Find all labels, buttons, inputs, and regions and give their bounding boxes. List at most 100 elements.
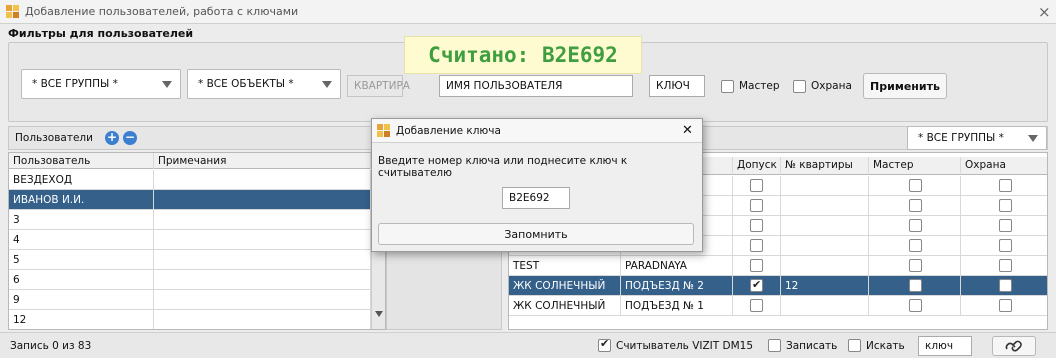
master-cell[interactable] bbox=[869, 236, 961, 256]
apartment-cell[interactable] bbox=[781, 236, 869, 256]
user-name-cell[interactable]: ИВАНОВ И.И. bbox=[9, 190, 154, 210]
access-checkbox[interactable] bbox=[750, 277, 763, 293]
apartment-cell[interactable] bbox=[781, 196, 869, 216]
guard-checkbox[interactable] bbox=[999, 239, 1012, 252]
access-group-combo[interactable]: * ВСЕ ГРУППЫ * bbox=[907, 126, 1047, 150]
user-name-cell[interactable]: ВЕЗДЕХОД bbox=[9, 170, 154, 190]
master-checkbox[interactable] bbox=[909, 199, 922, 212]
object-cell[interactable]: TEST bbox=[509, 256, 621, 276]
user-note-cell[interactable] bbox=[154, 250, 371, 270]
user-note-cell[interactable] bbox=[154, 170, 371, 190]
guard-checkbox[interactable] bbox=[999, 279, 1012, 292]
key-number-input[interactable]: B2E692 bbox=[502, 187, 570, 209]
column-notes[interactable]: Примечания bbox=[154, 153, 371, 169]
group-filter-combo[interactable]: * ВСЕ ГРУППЫ * bbox=[21, 69, 181, 99]
close-window-button[interactable]: × bbox=[1038, 3, 1051, 21]
object-cell[interactable]: ЖК СОЛНЕЧНЫЙ bbox=[509, 276, 621, 296]
add-user-button[interactable]: + bbox=[105, 131, 119, 145]
access-checkbox[interactable] bbox=[750, 299, 763, 312]
apartment-cell[interactable] bbox=[781, 296, 869, 316]
save-key-button[interactable]: Запомнить bbox=[378, 223, 694, 245]
guard-cell[interactable] bbox=[961, 276, 1047, 296]
reader-checkbox[interactable] bbox=[598, 337, 611, 352]
apartment-cell[interactable] bbox=[781, 216, 869, 236]
access-checkbox[interactable] bbox=[750, 239, 763, 252]
user-note-cell[interactable] bbox=[154, 190, 371, 210]
master-cell[interactable] bbox=[869, 256, 961, 276]
remove-user-button[interactable]: − bbox=[123, 131, 137, 145]
master-checkbox[interactable] bbox=[909, 239, 922, 252]
access-checkbox[interactable] bbox=[750, 259, 763, 272]
access-cell[interactable] bbox=[733, 236, 781, 256]
column-guard[interactable]: Охрана bbox=[961, 157, 1047, 173]
user-row[interactable]: 12 bbox=[9, 310, 371, 329]
user-note-cell[interactable] bbox=[154, 290, 371, 310]
user-row[interactable]: 3 bbox=[9, 210, 371, 230]
user-note-cell[interactable] bbox=[154, 210, 371, 230]
user-note-cell[interactable] bbox=[154, 230, 371, 250]
master-checkbox[interactable] bbox=[909, 179, 922, 192]
master-checkbox[interactable] bbox=[909, 279, 922, 292]
master-checkbox[interactable] bbox=[909, 219, 922, 232]
access-checkbox[interactable] bbox=[750, 179, 763, 192]
guard-cell[interactable] bbox=[961, 256, 1047, 276]
guard-cell[interactable] bbox=[961, 176, 1047, 196]
access-row[interactable]: ЖК СОЛНЕЧНЫЙПОДЪЕЗД № 2 12 bbox=[509, 276, 1047, 296]
guard-filter-checkbox[interactable] bbox=[793, 80, 806, 93]
dialog-close-button[interactable]: ✕ bbox=[682, 123, 693, 138]
write-checkbox[interactable] bbox=[768, 339, 781, 352]
column-access[interactable]: Допуск bbox=[733, 157, 781, 173]
apartment-cell[interactable] bbox=[781, 256, 869, 276]
master-cell[interactable] bbox=[869, 216, 961, 236]
guard-checkbox[interactable] bbox=[999, 299, 1012, 312]
user-name-cell[interactable]: 5 bbox=[9, 250, 154, 270]
guard-cell[interactable] bbox=[961, 236, 1047, 256]
guard-checkbox[interactable] bbox=[999, 179, 1012, 192]
access-checkbox[interactable] bbox=[750, 199, 763, 212]
access-checkbox[interactable] bbox=[750, 219, 763, 232]
user-name-cell[interactable]: 4 bbox=[9, 230, 154, 250]
scroll-down-icon[interactable] bbox=[375, 311, 383, 317]
user-name-cell[interactable]: 12 bbox=[9, 310, 154, 329]
master-cell[interactable] bbox=[869, 276, 961, 296]
user-note-cell[interactable] bbox=[154, 270, 371, 290]
access-row[interactable]: TEST PARADNAYA bbox=[509, 256, 1047, 276]
access-cell[interactable] bbox=[733, 176, 781, 196]
object-filter-combo[interactable]: * ВСЕ ОБЪЕКТЫ * bbox=[187, 69, 341, 99]
user-name-cell[interactable]: 3 bbox=[9, 210, 154, 230]
guard-checkbox[interactable] bbox=[999, 199, 1012, 212]
user-name-cell[interactable]: 6 bbox=[9, 270, 154, 290]
guard-cell[interactable] bbox=[961, 296, 1047, 316]
key-field[interactable]: КЛЮЧ bbox=[649, 75, 705, 97]
access-cell[interactable] bbox=[733, 276, 781, 296]
column-master[interactable]: Мастер bbox=[869, 157, 961, 173]
user-row[interactable]: 4 bbox=[9, 230, 371, 250]
user-name-cell[interactable]: 9 bbox=[9, 290, 154, 310]
access-cell[interactable] bbox=[733, 296, 781, 316]
entrance-cell[interactable]: ПОДЪЕЗД № 1 bbox=[621, 296, 733, 316]
access-cell[interactable] bbox=[733, 256, 781, 276]
user-row[interactable]: 6 bbox=[9, 270, 371, 290]
user-row[interactable]: 9 bbox=[9, 290, 371, 310]
guard-checkbox[interactable] bbox=[999, 259, 1012, 272]
link-button[interactable] bbox=[992, 336, 1036, 356]
guard-checkbox[interactable] bbox=[999, 219, 1012, 232]
master-cell[interactable] bbox=[869, 196, 961, 216]
column-apartment[interactable]: № квартиры bbox=[781, 157, 869, 173]
access-cell[interactable] bbox=[733, 196, 781, 216]
status-key-field[interactable]: ключ bbox=[918, 336, 972, 356]
apartment-cell[interactable] bbox=[781, 176, 869, 196]
user-row[interactable]: ВЕЗДЕХОД bbox=[9, 170, 371, 190]
apply-button[interactable]: Применить bbox=[863, 73, 947, 99]
master-filter-checkbox[interactable] bbox=[721, 80, 734, 93]
master-checkbox[interactable] bbox=[909, 259, 922, 272]
entrance-cell[interactable]: ПОДЪЕЗД № 2 bbox=[621, 276, 733, 296]
access-cell[interactable] bbox=[733, 216, 781, 236]
user-name-field[interactable]: ИМЯ ПОЛЬЗОВАТЕЛЯ bbox=[439, 75, 633, 97]
object-cell[interactable]: ЖК СОЛНЕЧНЫЙ bbox=[509, 296, 621, 316]
search-checkbox[interactable] bbox=[848, 339, 861, 352]
user-row[interactable]: 5 bbox=[9, 250, 371, 270]
column-user[interactable]: Пользователь bbox=[9, 153, 154, 169]
master-cell[interactable] bbox=[869, 176, 961, 196]
entrance-cell[interactable]: PARADNAYA bbox=[621, 256, 733, 276]
